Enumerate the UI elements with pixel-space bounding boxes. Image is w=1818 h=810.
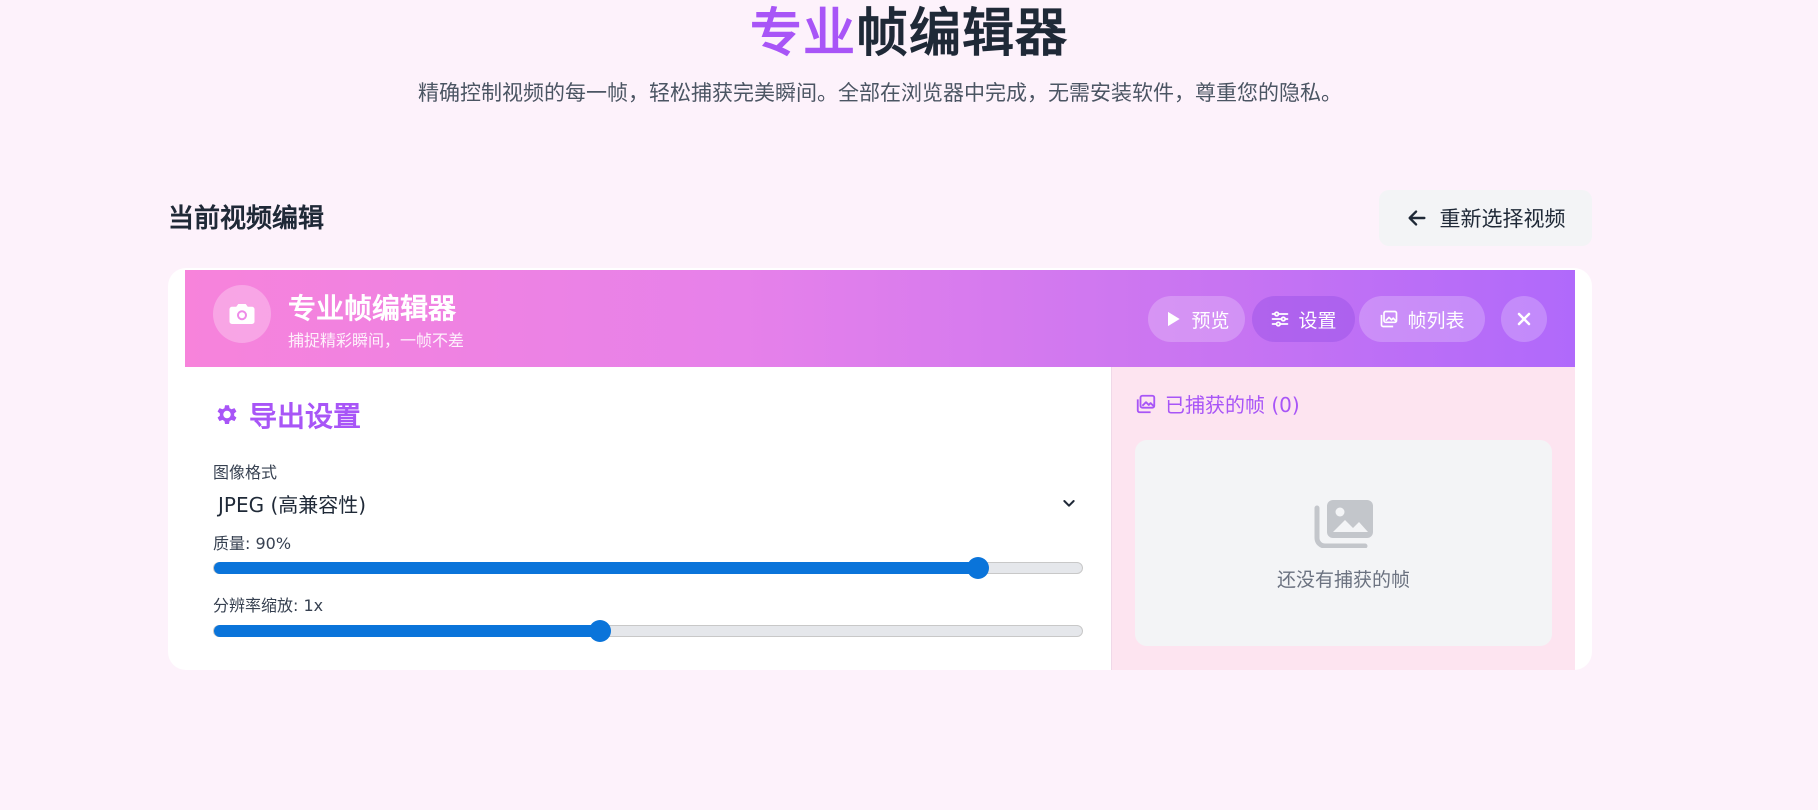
camera-icon-badge xyxy=(213,285,271,343)
scale-slider[interactable] xyxy=(213,620,1083,642)
editor-header: 专业帧编辑器 捕捉精彩瞬间，一帧不差 预览 设置 帧列表 xyxy=(185,270,1575,367)
page-title: 专业帧编辑器 xyxy=(0,2,1818,66)
sliders-icon xyxy=(1272,311,1289,327)
preview-label: 预览 xyxy=(1191,309,1230,332)
reselect-video-label: 重新选择视频 xyxy=(1439,207,1566,231)
images-placeholder-icon xyxy=(1314,500,1373,548)
export-settings-panel: 导出设置 图像格式 JPEG (高兼容性) 质量: 90% 分辨率缩放: 1x xyxy=(185,367,1112,670)
empty-frames-text: 还没有捕获的帧 xyxy=(1276,569,1410,591)
captured-frames-label: 已捕获的帧 (0) xyxy=(1165,393,1300,417)
preview-button[interactable]: 预览 xyxy=(1148,296,1245,342)
reselect-video-button[interactable]: 重新选择视频 xyxy=(1379,190,1592,246)
page-subtitle: 精确控制视频的每一帧，轻松捕获完美瞬间。全部在浏览器中完成，无需安装软件，尊重您… xyxy=(418,81,1342,105)
editor-title: 专业帧编辑器 xyxy=(288,292,457,325)
quality-slider-fill xyxy=(214,562,978,574)
frame-editor: 专业帧编辑器 捕捉精彩瞬间，一帧不差 预览 设置 帧列表 导出设置 图像格式 J… xyxy=(185,270,1575,670)
section-title: 当前视频编辑 xyxy=(168,204,325,234)
captured-frames-title: 已捕获的帧 (0) xyxy=(1135,389,1300,418)
play-icon xyxy=(1168,311,1181,327)
frame-list-label: 帧列表 xyxy=(1407,309,1465,332)
images-icon xyxy=(1136,394,1156,413)
scale-slider-fill xyxy=(214,625,601,637)
quality-slider-thumb[interactable] xyxy=(966,557,989,579)
export-settings-label: 导出设置 xyxy=(249,400,362,433)
scale-label: 分辨率缩放: 1x xyxy=(213,596,324,615)
empty-frames-placeholder: 还没有捕获的帧 xyxy=(1135,440,1552,646)
format-select[interactable]: JPEG (高兼容性) xyxy=(213,486,1085,520)
camera-icon xyxy=(229,304,255,324)
frame-list-button[interactable]: 帧列表 xyxy=(1359,296,1485,342)
settings-button[interactable]: 设置 xyxy=(1252,296,1355,342)
export-settings-title: 导出设置 xyxy=(213,395,361,435)
format-value: JPEG (高兼容性) xyxy=(218,492,367,517)
close-button[interactable] xyxy=(1501,296,1547,342)
quality-label: 质量: 90% xyxy=(213,534,292,553)
scale-slider-thumb[interactable] xyxy=(589,620,612,642)
page-title-rest: 帧编辑器 xyxy=(856,4,1069,64)
editor-subtitle: 捕捉精彩瞬间，一帧不差 xyxy=(288,331,465,350)
arrow-left-icon xyxy=(1407,210,1426,226)
chevron-down-icon xyxy=(1063,500,1075,507)
format-label: 图像格式 xyxy=(213,463,278,482)
page-title-accent: 专业 xyxy=(749,4,856,64)
settings-label: 设置 xyxy=(1298,309,1337,332)
captured-frames-panel: 已捕获的帧 (0) 还没有捕获的帧 xyxy=(1112,367,1575,670)
quality-slider[interactable] xyxy=(213,557,1083,579)
close-icon xyxy=(1517,312,1531,326)
images-icon xyxy=(1381,310,1398,328)
gear-icon xyxy=(217,405,237,424)
